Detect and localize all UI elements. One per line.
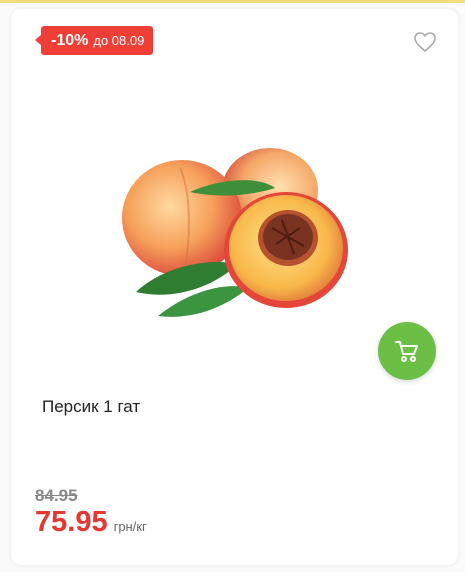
top-accent-strip — [0, 0, 465, 3]
product-image[interactable] — [110, 140, 370, 340]
discount-percent: -10% — [51, 31, 89, 49]
shopping-cart-icon — [395, 341, 418, 362]
add-to-cart-button[interactable] — [378, 322, 436, 380]
product-name[interactable]: Персик 1 гат — [42, 397, 140, 417]
discount-until: до 08.09 — [93, 33, 145, 48]
discount-badge: -10% до 08.09 — [34, 26, 154, 55]
price-row: 75.95 грн/кг — [35, 506, 147, 539]
current-price: 75.95 — [35, 506, 108, 538]
price-unit: грн/кг — [113, 519, 147, 534]
heart-icon[interactable] — [413, 31, 437, 53]
old-price: 84.95 — [35, 486, 78, 505]
